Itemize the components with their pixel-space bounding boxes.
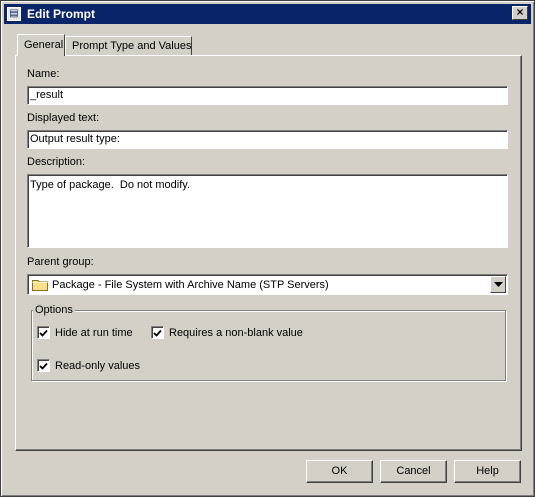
checkmark-icon (39, 329, 48, 337)
read-only-values-label: Read-only values (55, 359, 140, 372)
checkbox-box[interactable] (37, 359, 50, 372)
name-field[interactable]: _result (27, 86, 508, 105)
close-icon: × (516, 5, 524, 19)
description-field[interactable]: Type of package. Do not modify. (27, 174, 508, 248)
cancel-button[interactable]: Cancel (380, 460, 447, 483)
displayed-text-field[interactable]: Output result type: (27, 130, 508, 149)
help-button[interactable]: Help (454, 460, 521, 483)
checkbox-box[interactable] (37, 326, 50, 339)
dropdown-button[interactable] (490, 276, 506, 293)
requires-non-blank-checkbox[interactable]: Requires a non-blank value (151, 326, 303, 339)
hide-at-run-time-checkbox[interactable]: Hide at run time (37, 326, 133, 339)
checkbox-box[interactable] (151, 326, 164, 339)
tab-prompt-type-label: Prompt Type and Values (72, 40, 192, 52)
ok-button[interactable]: OK (306, 460, 373, 483)
parent-group-label: Parent group: (27, 256, 94, 268)
checkmark-icon (39, 362, 48, 370)
tab-general[interactable]: General (17, 34, 65, 56)
parent-group-select[interactable]: Package - File System with Archive Name … (27, 274, 508, 295)
read-only-values-checkbox[interactable]: Read-only values (37, 359, 140, 372)
checkmark-icon (153, 329, 162, 337)
close-button[interactable]: × (512, 6, 528, 20)
tab-prompt-type-and-values[interactable]: Prompt Type and Values (65, 36, 192, 55)
chevron-down-icon (493, 279, 503, 291)
description-label: Description: (27, 156, 86, 168)
edit-prompt-dialog: ▤ Edit Prompt × General Prompt Type and … (0, 0, 535, 497)
app-icon: ▤ (7, 7, 21, 21)
options-legend: Options (33, 304, 75, 316)
name-label: Name: (27, 68, 60, 80)
window-title: Edit Prompt (27, 7, 95, 21)
title-bar[interactable]: ▤ Edit Prompt × (4, 4, 531, 24)
parent-group-value: Package - File System with Archive Name … (52, 278, 329, 291)
folder-icon (32, 278, 48, 291)
hide-at-run-time-label: Hide at run time (55, 326, 133, 339)
requires-non-blank-label: Requires a non-blank value (169, 326, 303, 339)
displayed-text-label: Displayed text: (27, 112, 100, 124)
tab-general-label: General (24, 39, 64, 51)
